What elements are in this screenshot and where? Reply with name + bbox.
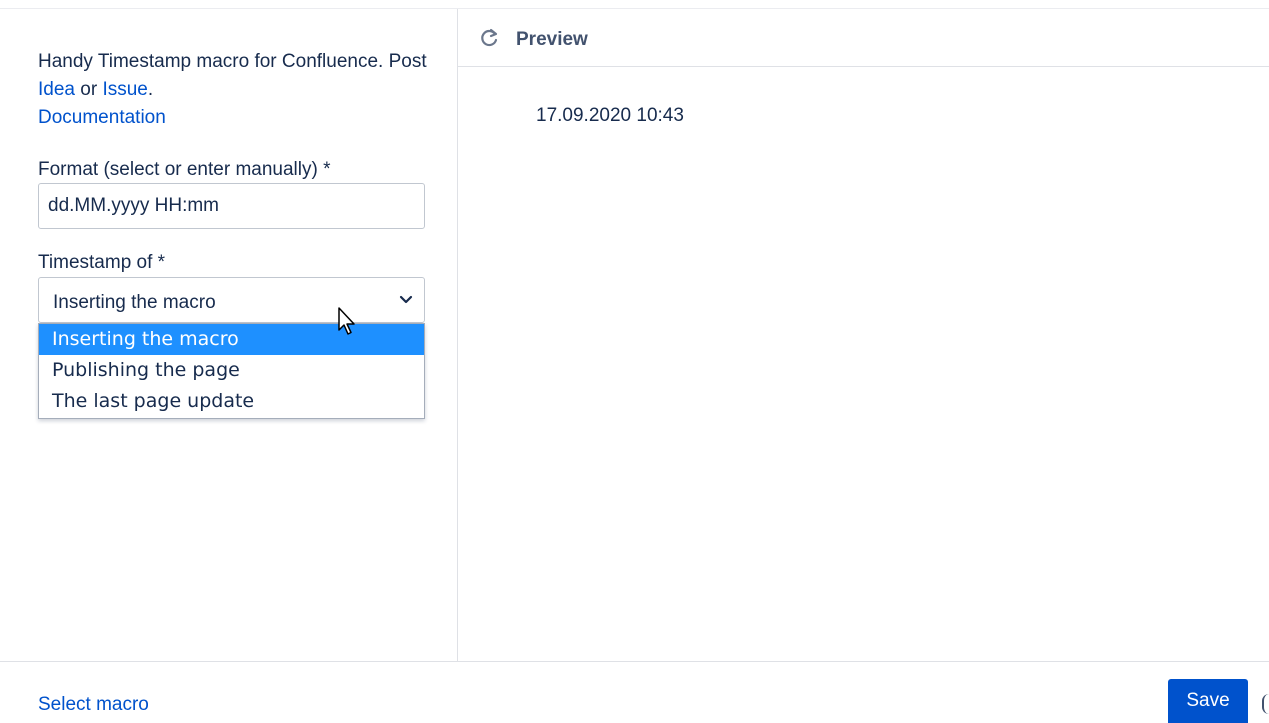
option-last-page-update[interactable]: The last page update	[39, 386, 424, 417]
preview-timestamp-value: 17.09.2020 10:43	[536, 105, 684, 126]
timestamp-of-selected-value: Inserting the macro	[53, 292, 216, 313]
preview-title: Preview	[516, 29, 588, 50]
preview-header: Preview	[458, 9, 1269, 67]
format-input[interactable]	[38, 183, 425, 229]
documentation-link[interactable]: Documentation	[38, 107, 166, 128]
timestamp-of-options-list: Inserting the macro Publishing the page …	[38, 323, 425, 419]
select-macro-link[interactable]: Select macro	[38, 694, 149, 716]
description-text-or: or	[74, 79, 103, 100]
mouse-pointer-icon	[338, 307, 355, 335]
option-publishing-the-page[interactable]: Publishing the page	[39, 355, 424, 386]
preview-panel: Preview 17.09.2020 10:43	[457, 9, 1269, 661]
format-label: Format (select or enter manually) *	[38, 159, 331, 180]
option-inserting-the-macro[interactable]: Inserting the macro	[39, 324, 424, 355]
idea-link[interactable]: Idea	[38, 79, 75, 100]
description-text-period: .	[147, 79, 154, 100]
footer-divider	[0, 661, 1269, 662]
macro-description: Handy Timestamp macro for Confluence. Po…	[38, 48, 428, 132]
refresh-icon[interactable]	[478, 27, 500, 49]
timestamp-of-select[interactable]: Inserting the macro	[38, 277, 425, 323]
save-button[interactable]: Save	[1168, 679, 1248, 723]
issue-link[interactable]: Issue	[102, 79, 147, 100]
description-text: Handy Timestamp macro for Confluence. Po…	[38, 51, 427, 72]
chevron-down-icon	[399, 295, 413, 304]
close-button-partial[interactable]	[1262, 694, 1269, 714]
timestamp-of-label: Timestamp of *	[38, 252, 166, 273]
